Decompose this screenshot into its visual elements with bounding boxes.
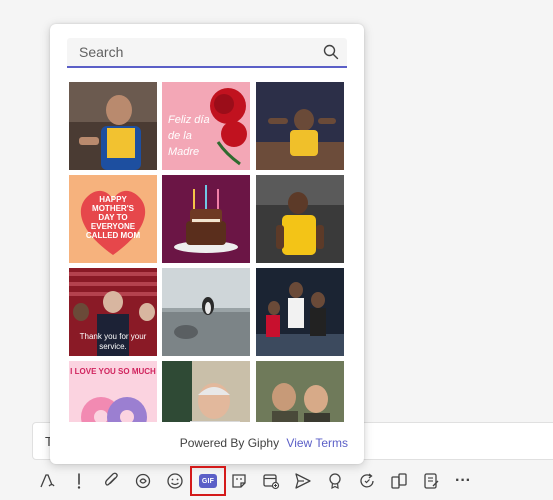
gif-picker-popup: Feliz día de la Madre HAPPY MOTHER'S DAY… xyxy=(50,24,364,464)
gif-tile-man-smiling-kitchen[interactable] xyxy=(162,361,250,422)
gif-caption: HAPPY MOTHER'S DAY TO EVERYONE CALLED MO… xyxy=(85,195,141,240)
send-icon[interactable] xyxy=(290,468,316,494)
updates-icon[interactable] xyxy=(354,468,380,494)
format-icon[interactable] xyxy=(34,468,60,494)
compose-toolbar: GIF ··· xyxy=(32,466,552,496)
gif-picker-footer: Powered By Giphy View Terms xyxy=(50,436,348,450)
loop-icon[interactable] xyxy=(130,468,156,494)
gif-tile-thank-you-for-your-service[interactable]: Thank you for your service. xyxy=(69,268,157,356)
gif-tile-basketball-player-celebrating[interactable] xyxy=(256,82,344,170)
gif-tile-happy-mothers-day-heart[interactable]: HAPPY MOTHER'S DAY TO EVERYONE CALLED MO… xyxy=(69,175,157,263)
forms-icon[interactable] xyxy=(418,468,444,494)
search-box[interactable] xyxy=(67,38,347,68)
emoji-icon[interactable] xyxy=(162,468,188,494)
view-terms-link[interactable]: View Terms xyxy=(286,436,348,450)
gif-icon: GIF xyxy=(199,474,217,488)
more-options-icon[interactable]: ··· xyxy=(450,468,476,494)
gif-button[interactable]: GIF xyxy=(195,468,221,494)
gif-tile-basketball-lakers-player[interactable] xyxy=(256,175,344,263)
apps-icon[interactable] xyxy=(386,468,412,494)
attach-icon[interactable] xyxy=(98,468,124,494)
gif-tile-penguin-at-window[interactable] xyxy=(162,268,250,356)
gif-tile-basketball-players-court[interactable] xyxy=(256,268,344,356)
gif-tile-basketball-player-yellow-jersey[interactable] xyxy=(69,82,157,170)
powered-by-label: Powered By Giphy xyxy=(179,436,280,450)
gif-grid: Feliz día de la Madre HAPPY MOTHER'S DAY… xyxy=(69,82,344,422)
gif-tile-birthday-cake-candles[interactable] xyxy=(162,175,250,263)
gif-tile-two-men-embrace[interactable] xyxy=(256,361,344,422)
gif-tile-feliz-dia-de-la-madre-roses[interactable]: Feliz día de la Madre xyxy=(162,82,250,170)
gif-caption: Thank you for your service. xyxy=(79,332,147,351)
gif-tile-love-you-so-much-donuts[interactable]: I LOVE YOU SO MUCH xyxy=(69,361,157,422)
important-icon[interactable] xyxy=(66,468,92,494)
schedule-meeting-icon[interactable] xyxy=(258,468,284,494)
gif-caption: I LOVE YOU SO MUCH xyxy=(70,367,156,376)
search-input[interactable] xyxy=(67,38,319,66)
gif-caption: Feliz día de la Madre xyxy=(168,114,210,158)
search-icon[interactable] xyxy=(323,44,339,60)
praise-icon[interactable] xyxy=(322,468,348,494)
sticker-icon[interactable] xyxy=(226,468,252,494)
